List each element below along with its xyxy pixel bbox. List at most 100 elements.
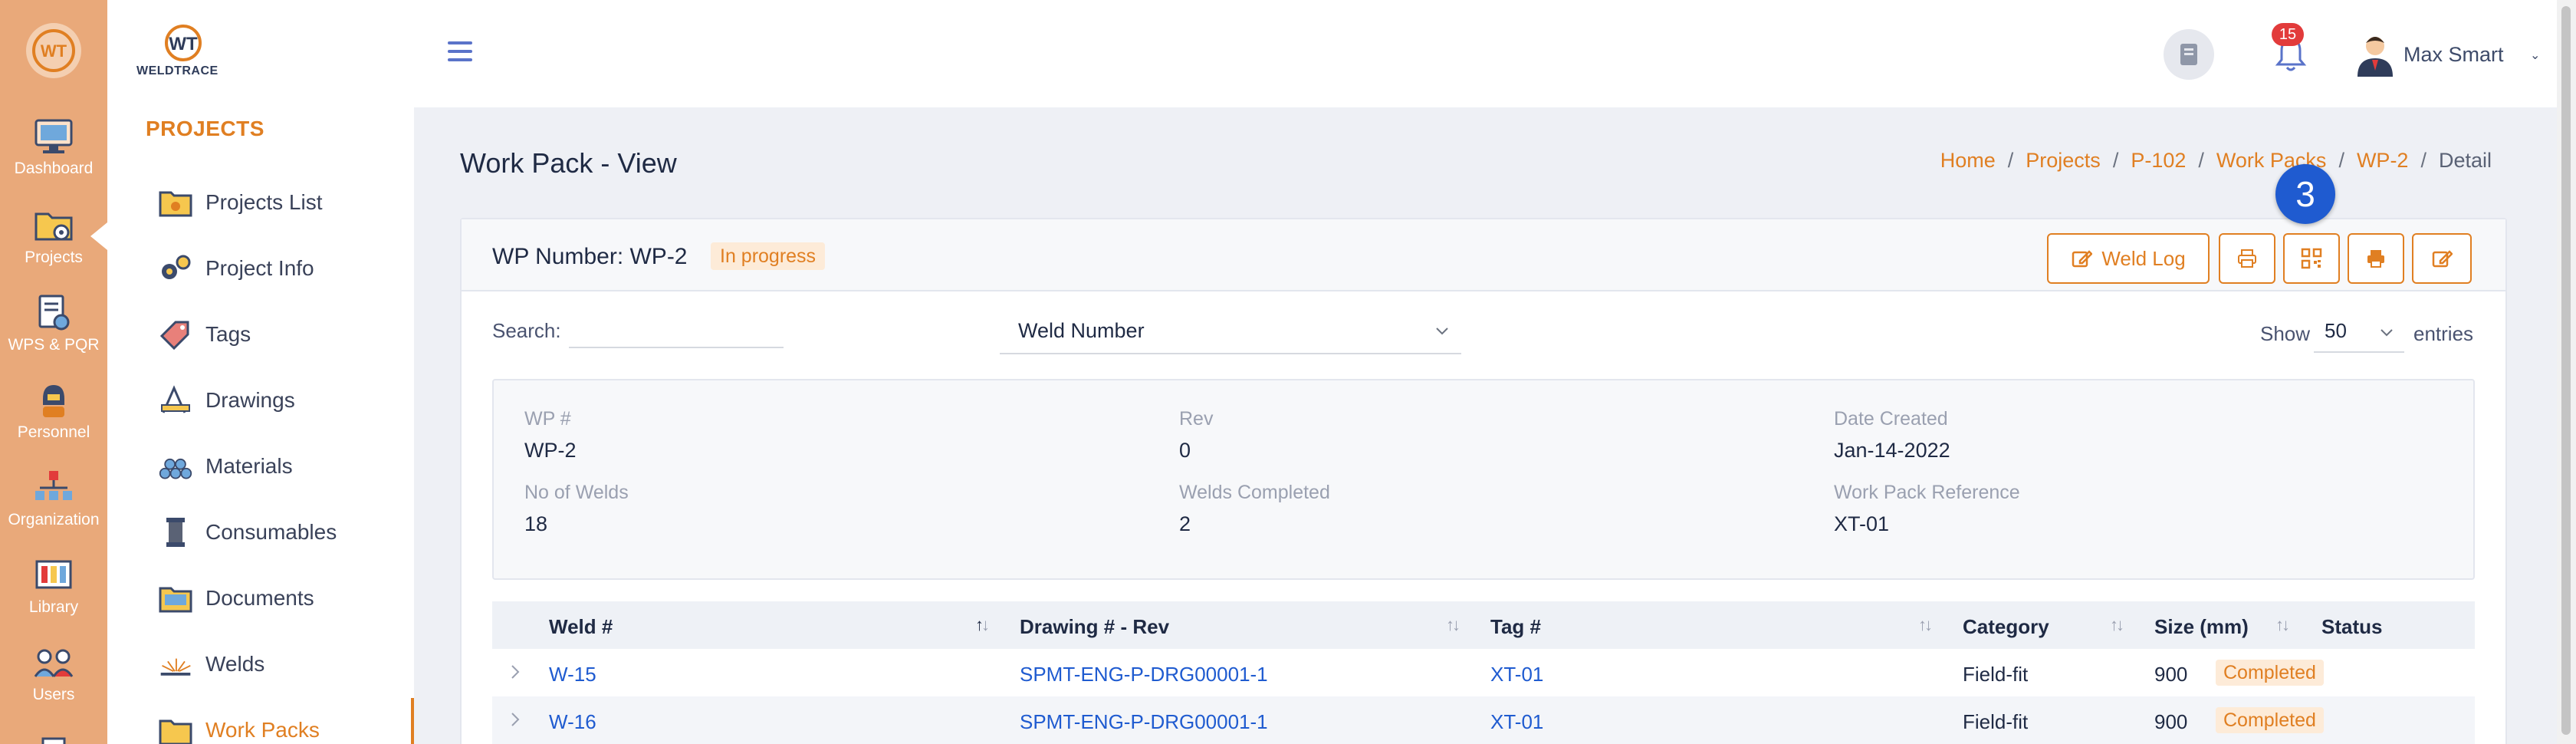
sort-icon[interactable]: ↑↓ [2275,615,2290,635]
sidebar-item-label: Work Packs [205,718,320,742]
tag-link[interactable]: XT-01 [1490,710,1543,734]
sort-icon[interactable]: ↑↓ [2110,615,2124,635]
chevron-right-icon[interactable] [506,710,524,729]
weld-link[interactable]: W-16 [549,710,596,734]
rail-item-library[interactable]: Library [0,554,107,617]
drawing-link[interactable]: SPMT-ENG-P-DRG00001-1 [1020,663,1268,686]
card-header: WP Number: WP-2 In progress Weld Log [462,219,2505,291]
breadcrumb-home[interactable]: Home [1940,149,1996,173]
notification-count-badge: 15 [2272,23,2304,46]
sidebar-item-welds[interactable]: Welds [158,641,411,687]
secondary-sidebar: WT WELDTRACE PROJECTS Projects List Proj… [107,0,414,744]
column-header-drawing[interactable]: Drawing # - Rev [1020,615,1169,639]
date-created-label: Date Created [1834,408,1948,430]
sidebar-item-label: Projects List [205,190,323,214]
rail-active-indicator [90,222,107,250]
sort-icon[interactable]: ↑↓ [1918,615,1933,635]
chevron-right-icon[interactable] [506,663,524,681]
column-header-weld[interactable]: Weld # [549,615,613,639]
print-labels-button[interactable] [2219,233,2275,284]
users-icon [32,641,75,684]
sort-icon[interactable]: ↑↓ [1446,615,1460,635]
scrollbar-thumb[interactable] [2561,6,2571,735]
sidebar-item-work-packs[interactable]: Work Packs [158,707,411,744]
avatar[interactable] [2350,29,2400,80]
wp-number-value: WP-2 [524,439,577,462]
chevron-down-icon[interactable]: ⌄ [2530,48,2540,63]
rail-item-wps-pqr[interactable]: WPS & PQR [0,291,107,354]
sidebar-item-drawings[interactable]: Drawings [158,377,411,423]
rail-item-more[interactable] [0,726,107,744]
work-pack-reference-label: Work Pack Reference [1834,482,2020,503]
table-header: Weld # ↑↓ Drawing # - Rev ↑↓ Tag # ↑↓ Ca… [492,601,2475,649]
sidebar-item-label: Materials [205,454,293,478]
sidebar-item-label: Project Info [205,256,314,280]
weld-link[interactable]: W-15 [549,663,596,686]
table-row[interactable]: W-16 SPMT-ENG-P-DRG00001-1 XT-01 Field-f… [492,696,2475,744]
sidebar-item-project-info[interactable]: Project Info [158,245,411,291]
weldtrace-logo-icon[interactable]: WT [26,23,81,78]
page-size-select[interactable]: 50 [2314,310,2404,353]
sidebar-item-projects-list[interactable]: Projects List [158,179,411,226]
sidebar-item-consumables[interactable]: Consumables [158,509,411,555]
qr-code-icon [2301,248,2322,269]
wp-number-label: WP # [524,408,571,430]
page-size-value: 50 [2325,318,2347,342]
help-book-button[interactable] [2164,29,2214,80]
sidebar-item-label: Drawings [205,388,295,412]
page-scrollbar[interactable] [2557,0,2576,744]
clipboard-icon [32,726,75,744]
qr-code-button[interactable] [2283,233,2340,284]
welds-completed-value: 2 [1179,512,1191,535]
column-header-category[interactable]: Category [1963,615,2049,639]
weld-log-button[interactable]: Weld Log [2047,233,2210,284]
sidebar-section-title: PROJECTS [146,117,264,140]
brand-name: WELDTRACE [136,64,219,77]
rail-item-dashboard[interactable]: Dashboard [0,115,107,178]
table-row[interactable]: W-15 SPMT-ENG-P-DRG00001-1 XT-01 Field-f… [492,649,2475,696]
size-cell: 900 [2154,663,2188,686]
category-cell: Field-fit [1963,710,2029,733]
edit-button[interactable] [2412,233,2472,284]
rail-label-personnel: Personnel [17,423,90,441]
rail-item-organization[interactable]: Organization [0,466,107,529]
chevron-down-icon [1436,328,1448,335]
sidebar-item-documents[interactable]: Documents [158,575,411,621]
printer-outline-icon [2238,249,2256,268]
svg-text:WT: WT [41,41,67,61]
column-header-status[interactable]: Status [2321,615,2382,639]
wp-number-title: WP Number: WP-2 [492,244,688,269]
work-pack-icon [158,713,193,744]
column-header-tag[interactable]: Tag # [1490,615,1541,639]
rail-item-users[interactable]: Users [0,641,107,704]
sidebar-item-tags[interactable]: Tags [158,311,411,357]
breadcrumb-current: Detail [2438,149,2492,172]
filter-select[interactable]: Weld Number [1000,308,1461,354]
rail-item-personnel[interactable]: Personnel [0,379,107,442]
print-button[interactable] [2348,233,2404,284]
sidebar-item-materials[interactable]: Materials [158,443,411,489]
status-badge: Completed [2216,660,2324,686]
search-label: Search: [492,319,561,342]
drawing-tools-icon [158,383,193,418]
tag-link[interactable]: XT-01 [1490,663,1543,686]
sidebar-item-label: Consumables [205,520,337,544]
book-icon [2180,44,2197,65]
breadcrumb-projects[interactable]: Projects [2026,149,2101,173]
monitor-icon [32,115,75,158]
weld-spark-icon [158,647,193,682]
breadcrumb-work-pack[interactable]: WP-2 [2357,149,2409,173]
library-icon [32,554,75,597]
sort-asc-icon[interactable]: ↑↓ [975,615,990,635]
column-header-size[interactable]: Size (mm) [2154,615,2249,639]
user-name[interactable]: Max Smart [2404,43,2504,67]
tag-icon [158,317,193,352]
search-input[interactable] [569,311,784,348]
breadcrumb-project[interactable]: P-102 [2131,149,2186,173]
status-badge: Completed [2216,707,2324,733]
status-badge: In progress [711,242,826,270]
menu-toggle-icon[interactable] [448,41,472,61]
drawing-link[interactable]: SPMT-ENG-P-DRG00001-1 [1020,710,1268,734]
documents-icon [158,581,193,616]
sidebar-item-label: Tags [205,322,251,346]
